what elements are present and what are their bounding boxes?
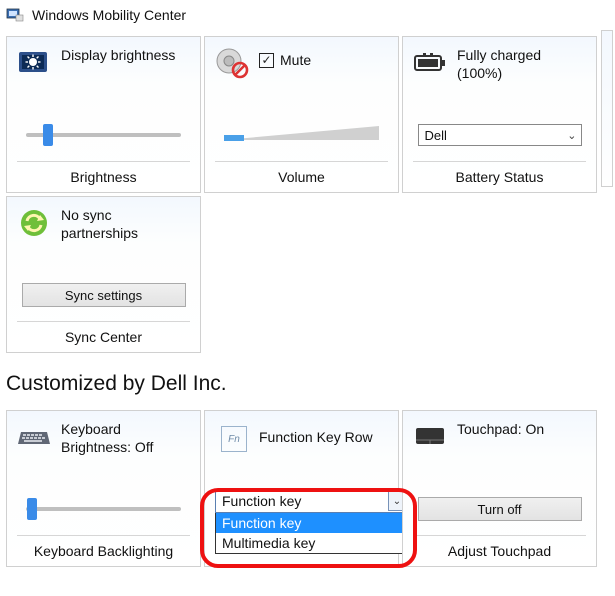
mobility-center-icon bbox=[6, 6, 24, 24]
keyboard-icon bbox=[17, 420, 51, 454]
tile-battery: Fully charged (100%) Dell ⌄ Battery Stat… bbox=[402, 36, 597, 193]
speaker-muted-icon bbox=[215, 46, 249, 80]
mute-label: Mute bbox=[280, 52, 311, 68]
brightness-footer: Brightness bbox=[17, 161, 190, 188]
touchpad-turnoff-button[interactable]: Turn off bbox=[418, 497, 582, 521]
volume-slider[interactable] bbox=[224, 124, 379, 146]
tile-sync: No sync partnerships Sync settings Sync … bbox=[6, 196, 201, 353]
power-plan-select[interactable]: Dell ⌄ bbox=[418, 124, 582, 146]
touchpad-footer: Adjust Touchpad bbox=[413, 535, 586, 562]
fn-row-label: Function Key Row bbox=[259, 428, 373, 446]
app-title: Windows Mobility Center bbox=[32, 7, 186, 23]
kb-backlight-slider[interactable] bbox=[26, 507, 181, 511]
battery-label: Fully charged (100%) bbox=[457, 46, 586, 82]
tile-touchpad: Touchpad: On Turn off Adjust Touchpad bbox=[402, 410, 597, 567]
titlebar: Windows Mobility Center bbox=[0, 0, 615, 30]
fn-row-menu: Function key Multimedia key bbox=[215, 513, 409, 554]
sync-footer: Sync Center bbox=[17, 321, 190, 348]
power-plan-value: Dell bbox=[425, 128, 447, 143]
sync-label: No sync partnerships bbox=[61, 206, 190, 242]
brightness-label: Display brightness bbox=[61, 46, 175, 64]
fn-row-select[interactable]: Function key ⌄ Function key Multimedia k… bbox=[215, 489, 409, 554]
mute-checkbox[interactable]: ✓ Mute bbox=[259, 52, 311, 68]
fn-key-icon: Fn bbox=[215, 420, 249, 454]
touchpad-icon bbox=[413, 420, 447, 454]
sync-icon bbox=[17, 206, 51, 240]
volume-footer: Volume bbox=[215, 161, 388, 188]
kb-backlight-label: Keyboard Brightness: Off bbox=[61, 420, 190, 456]
main-tile-grid: Display brightness Brightness ✓ Mute bbox=[0, 30, 615, 356]
battery-icon bbox=[413, 46, 447, 80]
tile-edge-stub bbox=[601, 30, 613, 187]
battery-footer: Battery Status bbox=[413, 161, 586, 188]
tile-kb-backlight: Keyboard Brightness: Off Keyboard Backli… bbox=[6, 410, 201, 567]
customized-heading: Customized by Dell Inc. bbox=[0, 356, 615, 410]
dell-tile-grid: Keyboard Brightness: Off Keyboard Backli… bbox=[0, 410, 615, 570]
kb-backlight-footer: Keyboard Backlighting bbox=[17, 535, 190, 562]
fn-row-option-multimedia[interactable]: Multimedia key bbox=[216, 533, 408, 553]
touchpad-label: Touchpad: On bbox=[457, 420, 544, 438]
brightness-slider[interactable] bbox=[26, 133, 181, 137]
tile-volume: ✓ Mute Volume bbox=[204, 36, 399, 193]
chevron-down-icon: ⌄ bbox=[567, 129, 576, 142]
tile-brightness: Display brightness Brightness bbox=[6, 36, 201, 193]
fn-row-option-function[interactable]: Function key bbox=[216, 513, 408, 533]
fn-row-selected: Function key bbox=[222, 493, 301, 509]
brightness-icon bbox=[17, 46, 51, 80]
sync-settings-button[interactable]: Sync settings bbox=[22, 283, 186, 307]
tile-fn-row: Fn Function Key Row Function key ⌄ Funct… bbox=[204, 410, 399, 567]
